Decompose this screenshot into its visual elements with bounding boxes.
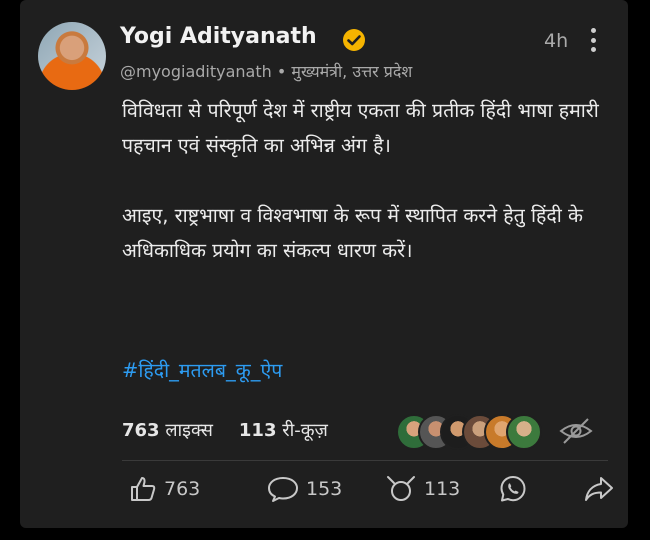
author-handle-line: @myogiadityanath • मुख्यमंत्री, उत्तर प्… [120, 60, 412, 82]
more-vertical-icon[interactable] [586, 28, 600, 52]
whatsapp-share-button[interactable] [498, 472, 534, 506]
comment-icon [268, 477, 298, 502]
divider [122, 460, 608, 461]
action-bar: 763 153 113 [128, 472, 618, 506]
post-body: विविधता से परिपूर्ण देश में राष्ट्रीय एक… [122, 93, 614, 303]
likes-stat[interactable]: 763 लाइक्स [122, 420, 213, 441]
rekoos-stat[interactable]: 113 री-कूज़ [239, 420, 328, 441]
reactor-avatar [506, 414, 542, 450]
reactor-avatars[interactable] [396, 414, 546, 450]
post-stats: 763 लाइक्स 113 री-कूज़ [122, 418, 328, 442]
post-paragraph: आइए, राष्ट्रभाषा व विश्वभाषा के रूप में … [122, 204, 583, 262]
share-icon [585, 477, 613, 501]
author-name[interactable]: Yogi Adityanath [120, 24, 317, 49]
like-count: 763 [164, 478, 201, 500]
like-button[interactable]: 763 [128, 472, 200, 506]
hashtag-link[interactable]: #हिंदी_मतलब_कू_ऐप [122, 356, 282, 383]
author-designation: मुख्यमंत्री, उत्तर प्रदेश [291, 62, 413, 81]
verified-badge-icon [343, 29, 365, 51]
author-handle[interactable]: @myogiadityanath [120, 62, 272, 81]
comment-count: 153 [306, 478, 343, 500]
rekoo-count: 113 [424, 478, 461, 500]
rekoo-icon [387, 476, 415, 501]
post-time: 4h [544, 30, 569, 52]
share-button[interactable] [583, 472, 621, 506]
post-paragraph: विविधता से परिपूर्ण देश में राष्ट्रीय एक… [122, 99, 599, 157]
avatar[interactable] [38, 22, 106, 90]
rekoo-button[interactable]: 113 [384, 472, 460, 506]
post-card: Yogi Adityanath 4h @myogiadityanath • मु… [20, 0, 628, 528]
eye-off-icon[interactable] [558, 416, 594, 446]
comment-button[interactable]: 153 [266, 472, 342, 506]
whatsapp-icon [500, 476, 526, 502]
handle-separator: • [276, 62, 287, 81]
thumbs-up-icon [131, 477, 156, 501]
